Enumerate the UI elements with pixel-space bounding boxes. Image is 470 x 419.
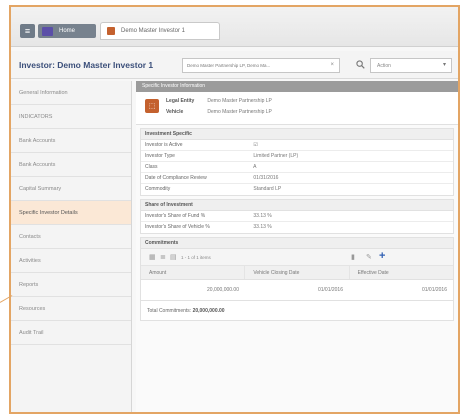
amount-cell: 20,000,000.00 (207, 287, 239, 293)
pager-info: 1 - 1 of 1 items (181, 255, 211, 260)
page-header: Investor: Demo Master Investor 1 Demo Ma… (11, 51, 458, 79)
trash-icon[interactable]: ▮ (351, 254, 355, 261)
investment-specific-group: Investment Specific Investor is Active ☑… (140, 128, 454, 196)
home-icon (42, 26, 53, 36)
home-tab-label: Home (59, 28, 76, 34)
sidebar-item-general-information[interactable]: General Information (11, 81, 131, 105)
detail-label: Investor's Share of Vehicle % (145, 224, 210, 230)
tab-home[interactable]: Home (38, 24, 96, 38)
tab-investor[interactable]: Demo Master Investor 1 (100, 22, 220, 40)
table-row[interactable]: 20,000,000.00 01/01/2016 01/01/2016 (141, 280, 453, 300)
sidebar-item-resources[interactable]: Resources (11, 297, 131, 321)
table-view-icon[interactable]: ▤ (170, 254, 177, 261)
detail-value: 33.13 % (253, 224, 272, 230)
document-icon (107, 27, 115, 35)
sidebar-item-bank-accounts-2[interactable]: Bank Accounts (11, 153, 131, 177)
detail-value: 33.13 % (253, 213, 272, 219)
share-of-investment-title: Share of Investment (141, 200, 453, 211)
total-commitments-label: Total Commitments: (147, 308, 192, 314)
detail-label: Class (145, 164, 158, 170)
sidebar-item-bank-accounts[interactable]: Bank Accounts (11, 129, 131, 153)
effective-date-cell: 01/01/2016 (421, 287, 447, 293)
detail-row: Investor's Share of Vehicle % 33.13 % (141, 222, 453, 233)
sidebar-item-audit-trail[interactable]: Audit Trail (11, 321, 131, 345)
detail-row: Investor Type Limited Partner (LP) (141, 151, 453, 162)
share-of-investment-group: Share of Investment Investor's Share of … (140, 199, 454, 234)
total-commitments: Total Commitments: 20,000,000.00 (141, 300, 453, 320)
section-title: Specific Investor Information (136, 81, 458, 92)
edit-icon[interactable]: ✎ (366, 254, 372, 261)
list-view-icon[interactable]: ≣ (160, 254, 166, 261)
entity-selector[interactable]: Demo Master Partnership LP, Demo Ma... × (182, 58, 340, 73)
commitments-toolbar: ▦ ≣ ▤ 1 - 1 of 1 items ▮ ✎ + (141, 249, 453, 266)
detail-label: Investor's Share of Fund % (145, 213, 206, 219)
vehicle-label: Vehicle (166, 109, 184, 115)
add-commitment-button[interactable]: + (379, 251, 385, 262)
detail-label: Investor Type (145, 153, 175, 159)
action-dropdown-label: Action (377, 62, 391, 69)
entity-selector-value: Demo Master Partnership LP, Demo Ma... (187, 63, 271, 68)
chevron-down-icon: ▾ (442, 62, 446, 68)
commitments-table-header: Amount Vehicle Closing Date Effective Da… (141, 266, 453, 280)
legal-entity-label: Legal Entity (166, 98, 195, 104)
tab-bar: ≡ Home Demo Master Investor 1 (11, 7, 458, 47)
detail-row: Date of Compliance Review 01/31/2016 (141, 173, 453, 184)
sidebar-item-indicators[interactable]: INDICATORS (11, 105, 131, 129)
vehicle-closing-date-cell: 01/01/2016 (317, 287, 343, 293)
commitments-title: Commitments (141, 238, 453, 249)
page-title: Investor: Demo Master Investor 1 (19, 60, 154, 70)
detail-row: Class A (141, 162, 453, 173)
detail-label: Investor is Active (145, 142, 183, 148)
detail-row: Commodity Standard LP (141, 184, 453, 195)
legal-entity-field: Legal Entity Demo Master Partnership LP (166, 98, 272, 104)
detail-row: Investor is Active ☑ (141, 140, 453, 151)
detail-value: Standard LP (253, 186, 282, 192)
sidebar-item-reports[interactable]: Reports (11, 273, 131, 297)
entity-card: ⬚ Legal Entity Demo Master Partnership L… (136, 92, 458, 125)
active-checkbox[interactable]: ☑ (253, 142, 257, 148)
investor-tab-label: Demo Master Investor 1 (121, 28, 186, 34)
vehicle-value: Demo Master Partnership LP (207, 109, 272, 115)
vehicle-field: Vehicle Demo Master Partnership LP (166, 109, 272, 115)
menu-icon[interactable]: ≡ (20, 24, 35, 38)
sidebar-item-capital-summary[interactable]: Capital Summary (11, 177, 131, 201)
grid-view-icon[interactable]: ▦ (149, 254, 156, 261)
sidebar: General Information INDICATORS Bank Acco… (11, 81, 132, 412)
detail-row: Investor's Share of Fund % 33.13 % (141, 211, 453, 222)
commitments-group: Commitments ▦ ≣ ▤ 1 - 1 of 1 items ▮ ✎ +… (140, 237, 454, 321)
search-icon[interactable] (356, 60, 365, 69)
clear-icon[interactable]: × (330, 62, 334, 68)
column-header-effective-date[interactable]: Effective Date (350, 266, 453, 279)
app-window: ≡ Home Demo Master Investor 1 Investor: … (9, 5, 460, 414)
sidebar-item-specific-investor-details[interactable]: Specific Investor Details (11, 201, 131, 225)
main-content: Specific Investor Information ⬚ Legal En… (136, 81, 458, 412)
sidebar-item-activities[interactable]: Activities (11, 249, 131, 273)
total-commitments-value: 20,000,000.00 (192, 308, 225, 314)
legal-entity-value: Demo Master Partnership LP (207, 98, 272, 104)
detail-label: Commodity (145, 186, 171, 192)
action-dropdown[interactable]: Action ▾ (370, 58, 452, 73)
detail-label: Date of Compliance Review (145, 175, 207, 181)
investment-specific-title: Investment Specific (141, 129, 453, 140)
entity-logo-icon: ⬚ (145, 99, 159, 113)
column-header-vehicle-closing-date[interactable]: Vehicle Closing Date (245, 266, 350, 279)
detail-value: 01/31/2016 (253, 175, 279, 181)
column-header-amount[interactable]: Amount (141, 266, 246, 279)
detail-value: Limited Partner (LP) (253, 153, 299, 159)
sidebar-item-contacts[interactable]: Contacts (11, 225, 131, 249)
detail-value: A (253, 164, 257, 170)
